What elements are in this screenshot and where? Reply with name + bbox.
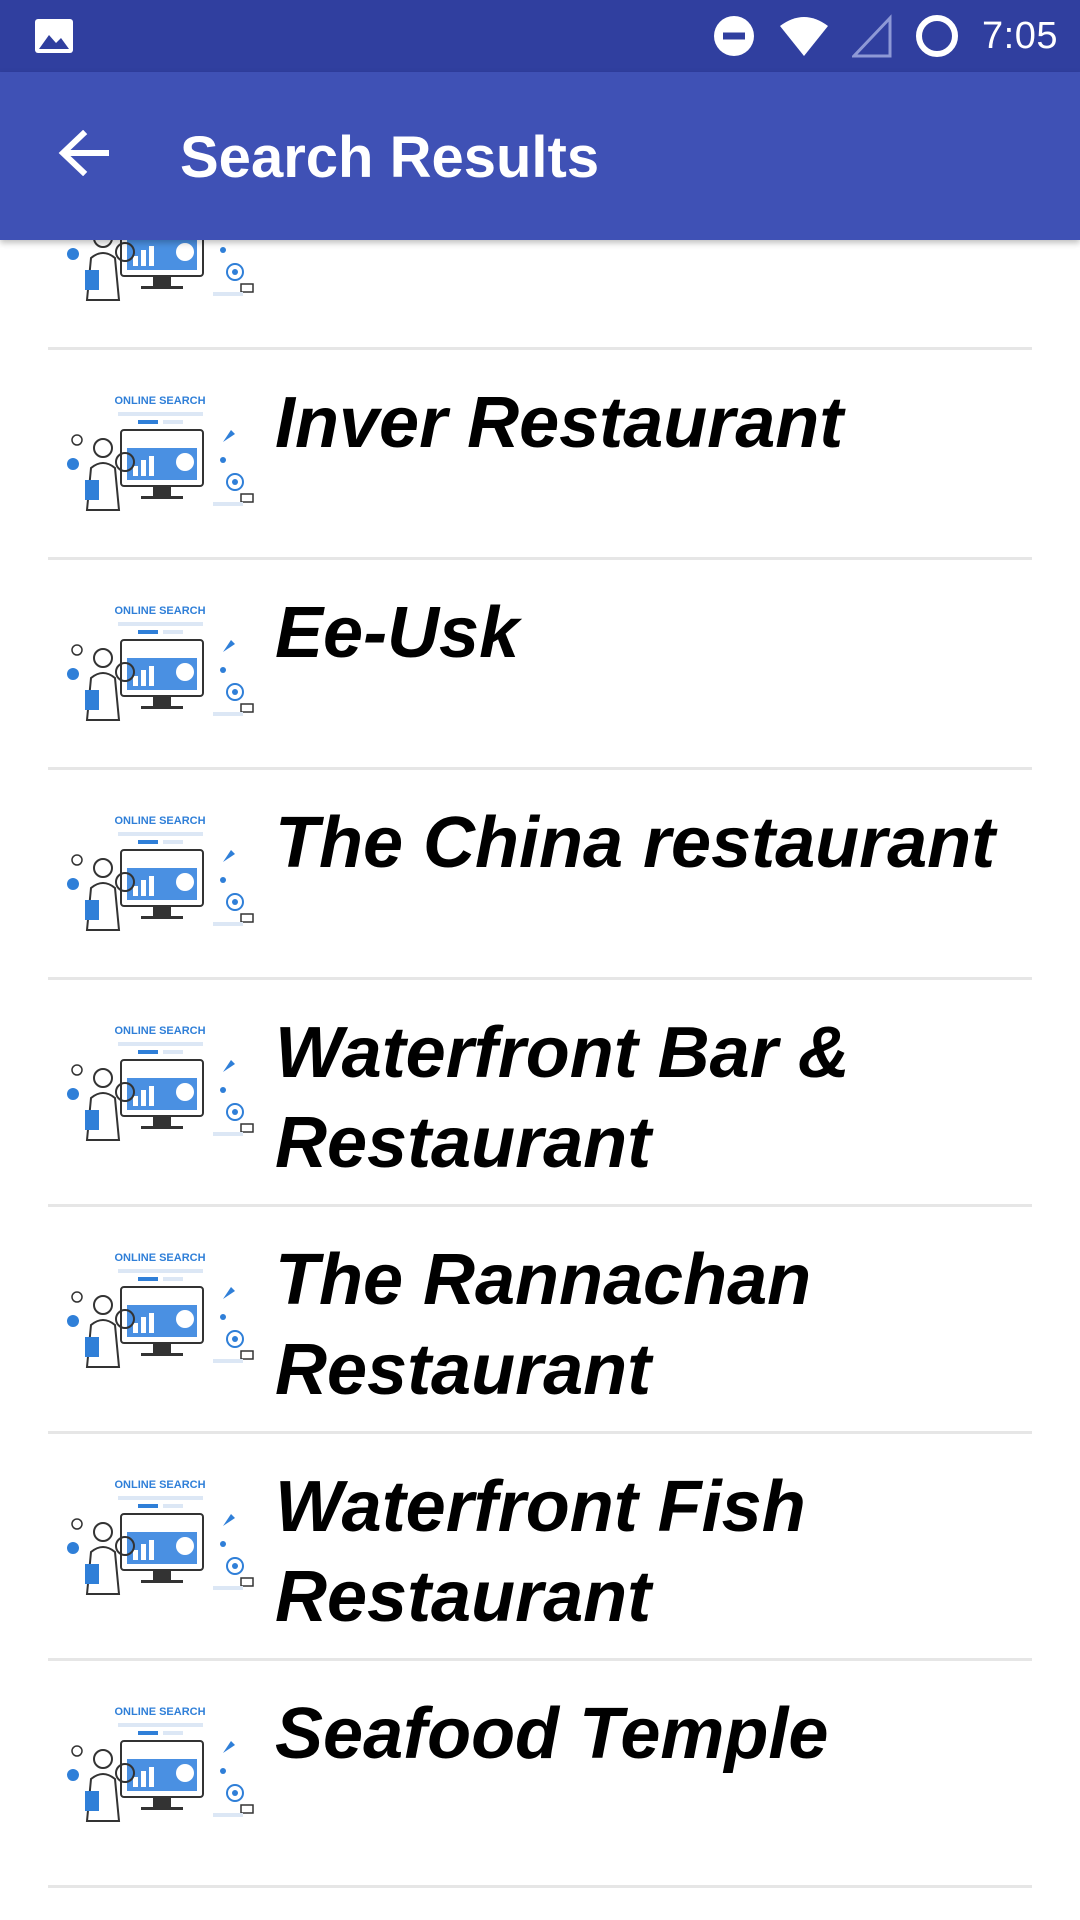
status-bar: 7:05 xyxy=(0,0,1080,72)
online-search-thumbnail: ONLINE SEARCH xyxy=(63,1020,258,1160)
app-bar: Search Results xyxy=(0,72,1080,240)
list-item[interactable]: ONLINE SEARCH Seafood Temple xyxy=(48,1661,1032,1888)
svg-text:ONLINE SEARCH: ONLINE SEARCH xyxy=(114,815,205,827)
list-item[interactable]: ONLINE SEARCH Ee-Usk xyxy=(48,560,1032,770)
restaurant-name: Ee-Usk xyxy=(275,593,520,673)
results-list[interactable]: ONLINE SEARCH Restaurant ONLINE SEARCH xyxy=(0,240,1080,1920)
online-search-thumbnail: ONLINE SEARCH xyxy=(63,1247,258,1387)
image-icon xyxy=(34,18,74,54)
signal-icon xyxy=(852,14,892,58)
wifi-icon xyxy=(778,14,830,58)
online-search-thumbnail: ONLINE SEARCH xyxy=(63,1701,258,1841)
do-not-disturb-icon xyxy=(712,14,756,58)
circle-icon xyxy=(914,13,960,59)
online-search-thumbnail: ONLINE SEARCH xyxy=(63,1474,258,1614)
online-search-thumbnail: ONLINE SEARCH xyxy=(63,810,258,950)
back-button[interactable] xyxy=(50,122,116,188)
svg-text:ONLINE SEARCH: ONLINE SEARCH xyxy=(114,1479,205,1491)
online-search-thumbnail: ONLINE SEARCH xyxy=(63,390,258,530)
svg-text:ONLINE SEARCH: ONLINE SEARCH xyxy=(114,395,205,407)
restaurant-name: Waterfront Bar & Restaurant xyxy=(275,1013,850,1183)
restaurant-name: Restaurant xyxy=(275,240,1032,258)
list-item[interactable]: ONLINE SEARCH The Rannachan Restaurant xyxy=(48,1207,1032,1434)
restaurant-name: Seafood Temple xyxy=(275,1694,829,1774)
list-item[interactable]: ONLINE SEARCH The China restaurant xyxy=(48,770,1032,980)
list-item[interactable]: ONLINE SEARCH Waterfront Fish Restaurant xyxy=(48,1434,1032,1661)
svg-text:ONLINE SEARCH: ONLINE SEARCH xyxy=(114,1025,205,1037)
online-search-thumbnail: ONLINE SEARCH xyxy=(63,600,258,740)
list-item[interactable]: ONLINE SEARCH Inver Restaurant xyxy=(48,350,1032,560)
page-title: Search Results xyxy=(180,125,600,190)
restaurant-name: The Rannachan Restaurant xyxy=(275,1240,812,1410)
clock: 7:05 xyxy=(982,14,1058,57)
svg-text:ONLINE SEARCH: ONLINE SEARCH xyxy=(114,1706,205,1718)
arrow-back-icon xyxy=(57,129,110,181)
restaurant-name: Waterfront Fish Restaurant xyxy=(275,1467,806,1637)
online-search-thumbnail: ONLINE SEARCH xyxy=(63,240,258,320)
list-item[interactable]: ONLINE SEARCH Restaurant xyxy=(48,240,1032,350)
restaurant-name: The China restaurant xyxy=(275,803,996,883)
svg-text:ONLINE SEARCH: ONLINE SEARCH xyxy=(114,1252,205,1264)
list-item[interactable]: ONLINE SEARCH Waterfront Bar & Restauran… xyxy=(48,980,1032,1207)
restaurant-name: Inver Restaurant xyxy=(275,383,844,463)
svg-text:ONLINE SEARCH: ONLINE SEARCH xyxy=(114,605,205,617)
